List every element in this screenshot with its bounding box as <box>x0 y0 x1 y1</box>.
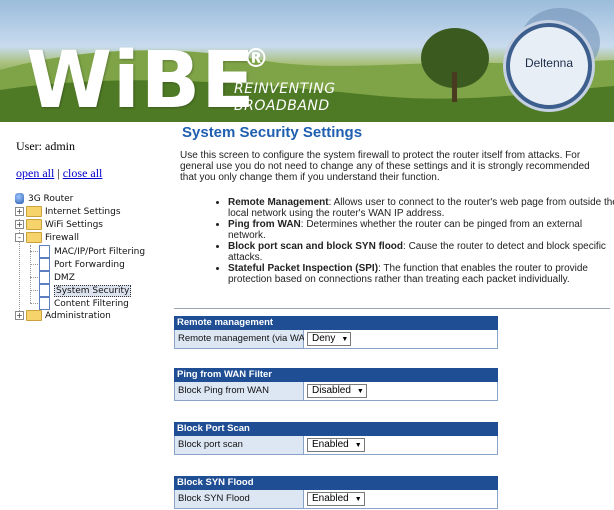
registered-mark: ® <box>243 44 269 74</box>
page-icon <box>39 297 50 310</box>
list-item: Stateful Packet Inspection (SPI): The fu… <box>228 263 614 285</box>
folder-icon <box>26 206 42 217</box>
table-row: Remote management (via WAN) Deny ▼ <box>174 330 498 349</box>
list-item: Ping from WAN: Determines whether the ro… <box>228 219 614 241</box>
row-label: Remote management (via WAN) <box>175 330 315 348</box>
intro-text: Use this screen to configure the system … <box>180 150 590 183</box>
tree-item-content-filtering[interactable]: Content Filtering <box>39 297 129 310</box>
ping-from-wan-section: Ping from WAN Filter Block Ping from WAN… <box>174 368 498 401</box>
remote-management-select[interactable]: Deny ▼ <box>307 332 352 346</box>
tagline-line-1: REINVENTING <box>234 81 336 97</box>
expand-icon[interactable]: + <box>15 311 24 320</box>
page-icon <box>39 258 50 271</box>
expand-icon[interactable]: + <box>15 220 24 229</box>
section-header: Block SYN Flood <box>174 476 498 490</box>
tree-label: Administration <box>45 311 111 321</box>
tree-label: DMZ <box>54 273 75 283</box>
folder-open-icon <box>26 232 42 243</box>
tree-label: Firewall <box>45 233 79 243</box>
logo-text: Deltenna <box>524 56 574 70</box>
row-label: Block SYN Flood <box>175 490 304 508</box>
table-row: Block Ping from WAN Disabled ▼ <box>174 382 498 401</box>
tree-item-internet-settings[interactable]: + Internet Settings <box>15 206 121 219</box>
chevron-down-icon: ▼ <box>341 336 349 343</box>
tree-item-system-security[interactable]: System Security <box>39 284 132 297</box>
section-header: Remote management <box>174 316 498 330</box>
page-icon <box>39 284 50 297</box>
tree-label: 3G Router <box>28 194 74 204</box>
deltenna-logo: Deltenna <box>506 23 592 109</box>
block-ping-select[interactable]: Disabled ▼ <box>307 384 367 398</box>
router-icon <box>15 193 24 204</box>
page-icon <box>39 271 50 284</box>
chevron-down-icon: ▼ <box>354 442 362 449</box>
block-port-scan-section: Block Port Scan Block port scan Enabled ▼ <box>174 422 498 455</box>
divider <box>174 308 610 309</box>
page-icon <box>39 245 50 258</box>
tree-item-mac-ip-port-filtering[interactable]: MAC/IP/Port Filtering <box>39 245 145 258</box>
list-item: Remote Management: Allows user to connec… <box>228 197 614 219</box>
block-syn-flood-section: Block SYN Flood Block SYN Flood Enabled ▼ <box>174 476 498 509</box>
collapse-icon[interactable]: - <box>15 233 24 242</box>
page-title: System Security Settings <box>182 124 363 141</box>
list-item: Block port scan and block SYN flood: Cau… <box>228 241 614 263</box>
tree-item-administration[interactable]: + Administration <box>15 310 111 323</box>
tagline-line-2: BROADBAND <box>234 98 330 114</box>
tree-label: WiFi Settings <box>45 220 103 230</box>
remote-management-section: Remote management Remote management (via… <box>174 316 498 349</box>
section-header: Block Port Scan <box>174 422 498 436</box>
tree-item-dmz[interactable]: DMZ <box>39 271 75 284</box>
feature-list: Remote Management: Allows user to connec… <box>214 197 614 285</box>
table-row: Block SYN Flood Enabled ▼ <box>174 490 498 509</box>
open-all-link[interactable]: open all <box>16 166 54 180</box>
tree-label: Port Forwarding <box>54 260 125 270</box>
user-label: User: admin <box>16 139 75 153</box>
tree-controls: open all | close all <box>16 166 102 181</box>
tree-label: MAC/IP/Port Filtering <box>54 247 146 257</box>
close-all-link[interactable]: close all <box>63 166 103 180</box>
tree-item-3g-router[interactable]: 3G Router <box>15 193 73 206</box>
folder-icon <box>26 219 42 230</box>
folder-icon <box>26 310 42 321</box>
separator: | <box>57 166 60 180</box>
tree-label: Internet Settings <box>45 207 121 217</box>
tree-label-selected: System Security <box>54 285 132 297</box>
expand-icon[interactable]: + <box>15 207 24 216</box>
chevron-down-icon: ▼ <box>356 388 364 395</box>
tree-item-port-forwarding[interactable]: Port Forwarding <box>39 258 125 271</box>
table-row: Block port scan Enabled ▼ <box>174 436 498 455</box>
block-syn-flood-select[interactable]: Enabled ▼ <box>307 492 365 506</box>
tree-label: Content Filtering <box>54 299 129 309</box>
brand-logo-text: WiBE <box>26 36 256 122</box>
header-banner: WiBE ® REINVENTING BROADBAND Deltenna <box>0 0 614 122</box>
row-label: Block Ping from WAN <box>175 382 304 400</box>
tree-item-wifi-settings[interactable]: + WiFi Settings <box>15 219 103 232</box>
row-label: Block port scan <box>175 436 304 454</box>
chevron-down-icon: ▼ <box>354 496 362 503</box>
section-header: Ping from WAN Filter <box>174 368 498 382</box>
block-port-scan-select[interactable]: Enabled ▼ <box>307 438 365 452</box>
tree-item-firewall[interactable]: - Firewall <box>15 232 79 245</box>
